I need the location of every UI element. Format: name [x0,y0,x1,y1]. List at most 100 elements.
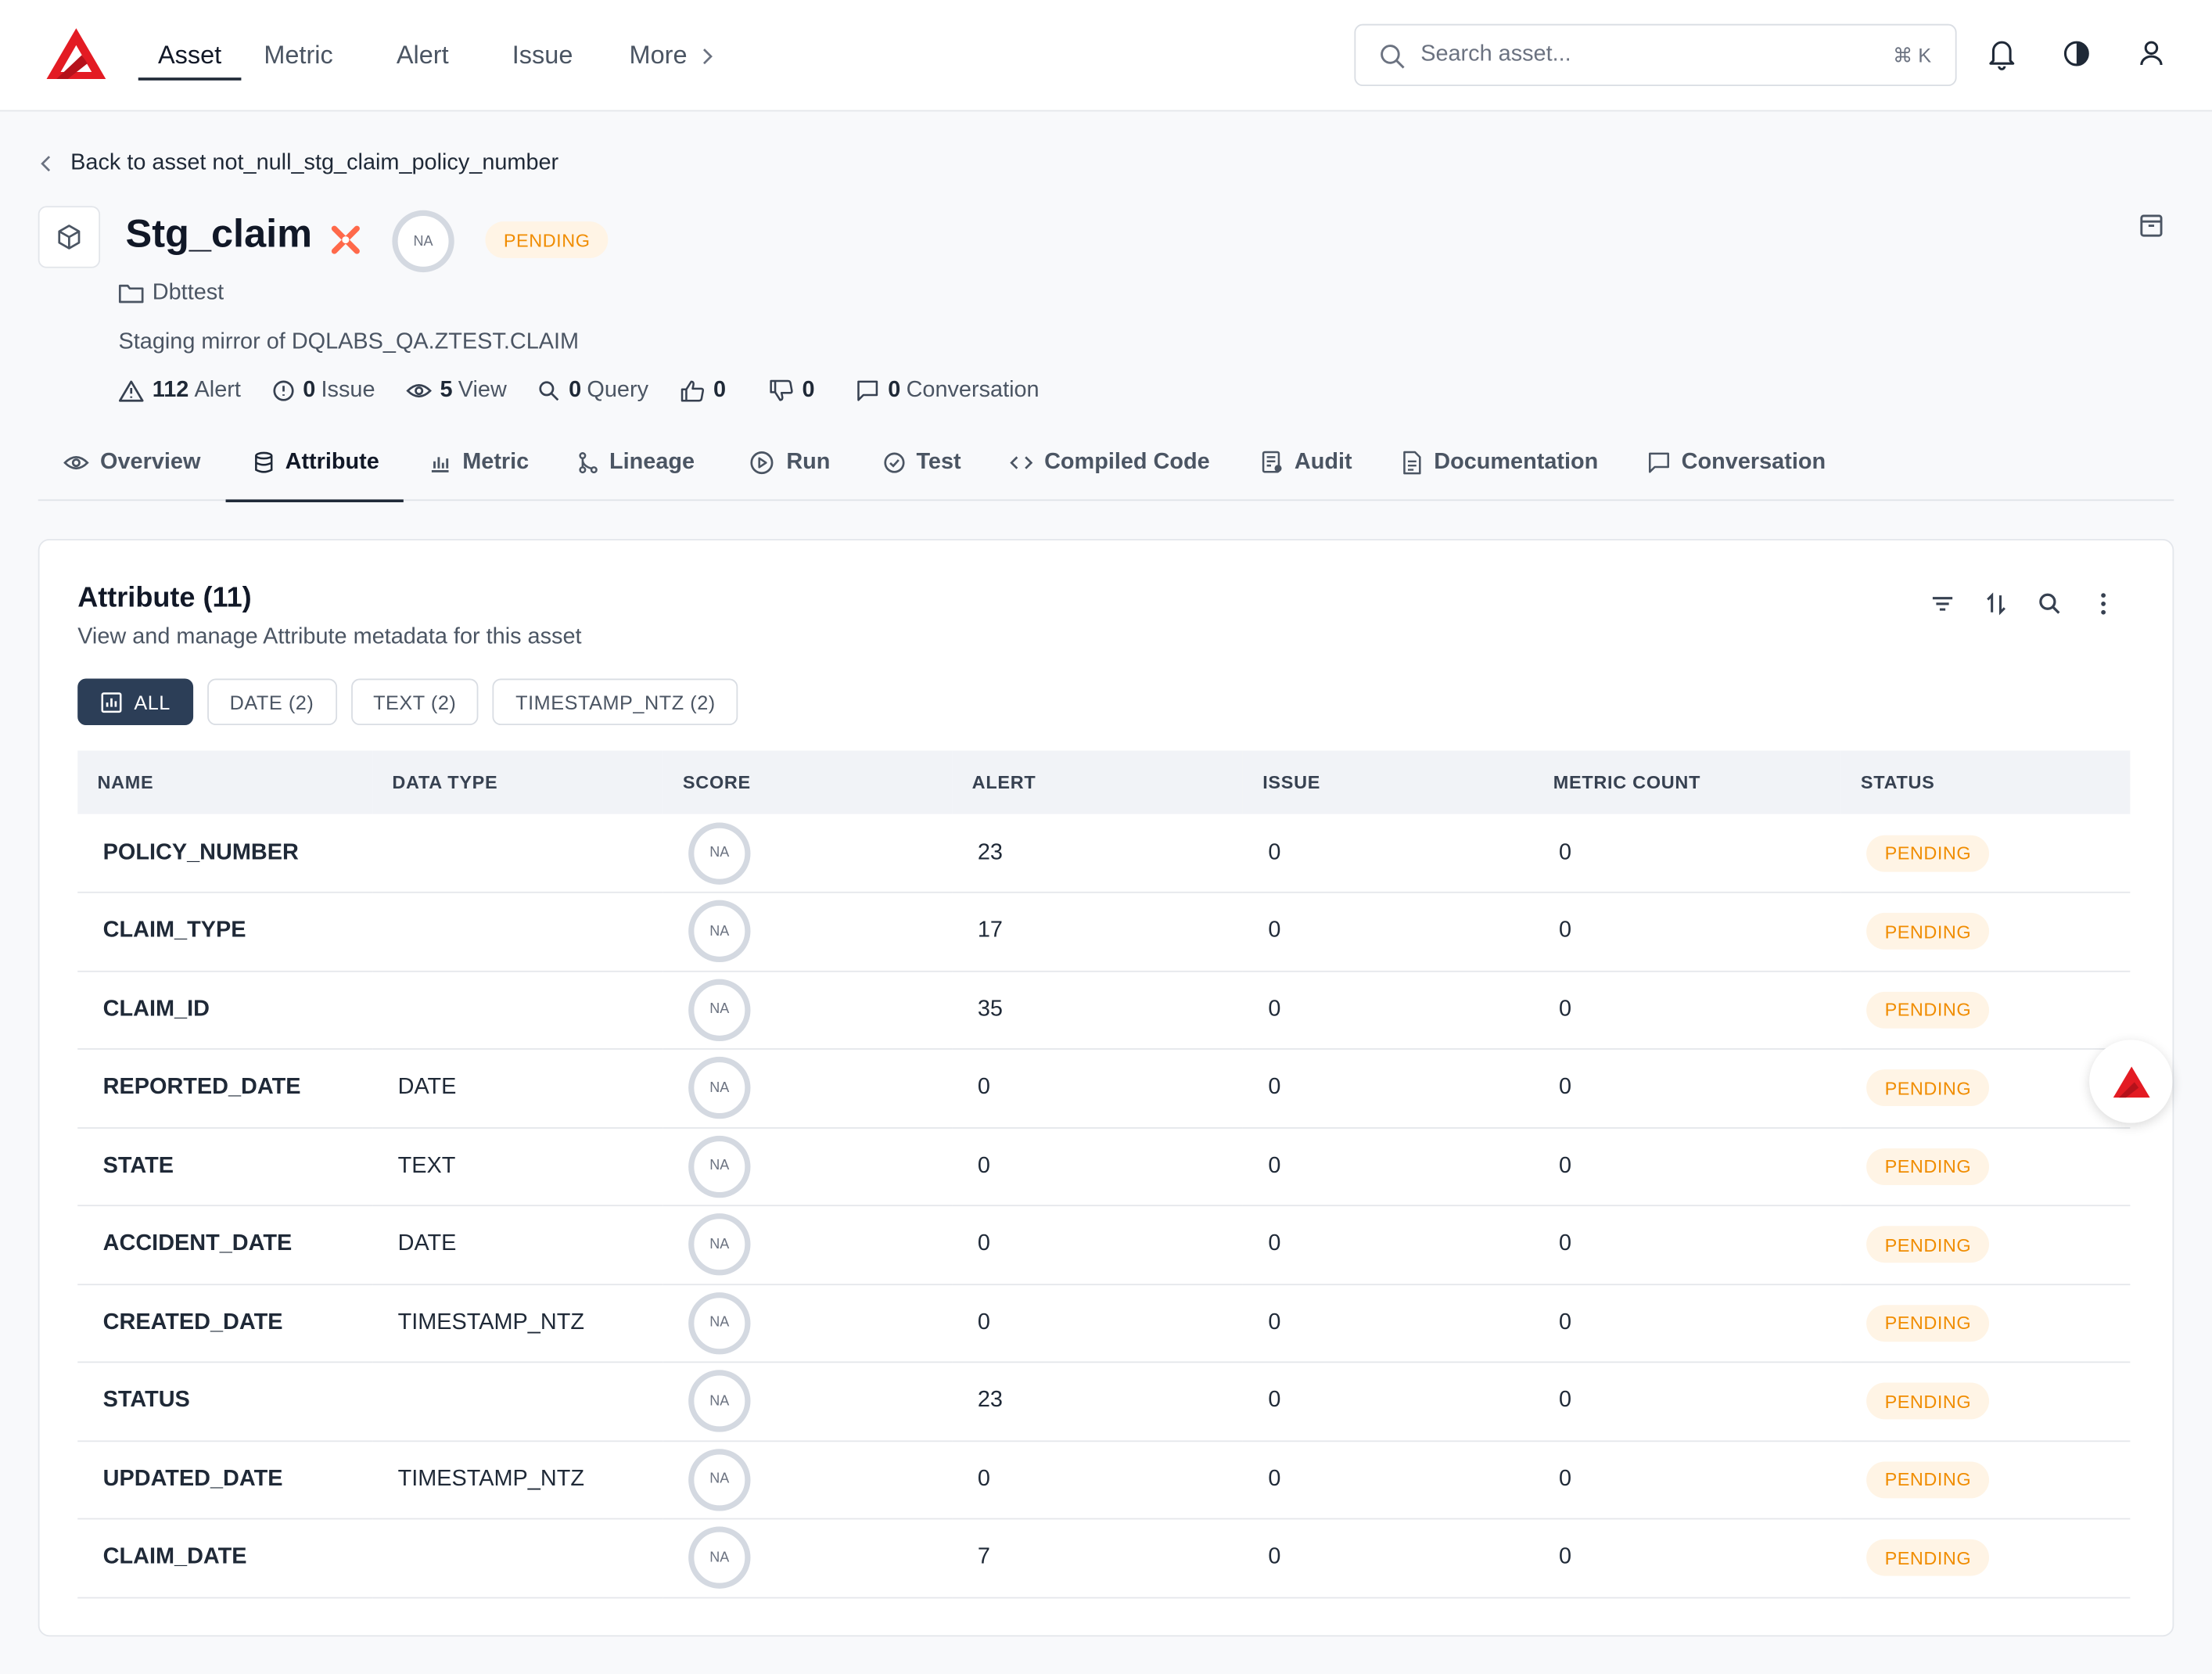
attribute-metric-count: 0 [1558,1231,1572,1256]
col-status[interactable]: STATUS [1841,750,2131,814]
chip-all[interactable]: ALL [77,678,193,726]
tab-conversation[interactable]: Conversation [1647,423,1826,501]
attribute-data-type: DATE [397,1075,457,1100]
attribute-metric-count: 0 [1558,1075,1572,1100]
folder-path[interactable]: Dbttest [118,281,224,306]
attribute-name[interactable]: STATE [77,1127,372,1205]
table-row[interactable]: POLICY_NUMBER NA 23 0 0 PENDING [77,814,2131,893]
table-row[interactable]: CLAIM_DATE NA 7 0 0 PENDING [77,1519,2131,1597]
table-row[interactable]: CLAIM_ID NA 35 0 0 PENDING [77,971,2131,1049]
table-row[interactable]: CREATED_DATE TIMESTAMP_NTZ NA 0 0 0 PENDING [77,1284,2131,1363]
more-options-button[interactable] [2088,588,2119,620]
tab-documentation[interactable]: Documentation [1403,423,1598,501]
table-row[interactable]: CLAIM_TYPE NA 17 0 0 PENDING [77,893,2131,971]
attribute-score-cell: NA [663,1284,953,1362]
attribute-name[interactable]: POLICY_NUMBER [77,814,372,893]
chevron-left-icon [41,156,51,172]
attribute-name[interactable]: CLAIM_TYPE [77,893,372,971]
nav-metric[interactable]: Metric [264,0,332,111]
table-row[interactable]: REPORTED_DATE DATE NA 0 0 0 PENDING [77,1049,2131,1128]
stat-view-label: View [458,378,507,403]
stat-alert[interactable]: 112 Alert [118,378,241,403]
nav-issue[interactable]: Issue [512,0,573,111]
attribute-name[interactable]: ACCIDENT_DATE [77,1205,372,1284]
attribute-alert-count: 23 [977,840,1003,864]
col-metric-count[interactable]: METRIC COUNT [1533,750,1840,814]
nav-more[interactable]: More [630,0,719,111]
stat-like[interactable]: 0 [680,378,732,403]
attribute-name[interactable]: CREATED_DATE [77,1284,372,1362]
nav-asset[interactable]: Asset [138,0,242,111]
attribute-name[interactable]: CLAIM_ID [77,971,372,1049]
search-input[interactable] [1420,39,1844,71]
attribute-score-cell: NA [663,1440,953,1518]
col-name[interactable]: NAME [77,750,372,814]
status-badge: PENDING [1866,1226,1990,1263]
stat-query[interactable]: 0 Query [537,378,648,403]
attribute-status-cell: PENDING [1841,1440,2131,1518]
attribute-score-cell: NA [663,1049,953,1127]
nav-alert[interactable]: Alert [397,0,449,111]
stat-view[interactable]: 5 View [406,378,507,403]
col-alert[interactable]: ALERT [952,750,1243,814]
tab-test[interactable]: Test [882,423,961,501]
theme-toggle-icon[interactable] [2059,37,2093,70]
attribute-name[interactable]: UPDATED_DATE [77,1440,372,1518]
table-row[interactable]: STATE TEXT NA 0 0 0 PENDING [77,1127,2131,1206]
stat-issue[interactable]: 0 Issue [272,378,375,403]
attribute-name[interactable]: STATUS [77,1362,372,1440]
tab-run[interactable]: Run [749,423,830,501]
tab-audit[interactable]: Audit [1261,423,1352,501]
table-row[interactable]: ACCIDENT_DATE DATE NA 0 0 0 PENDING [77,1205,2131,1284]
tab-attribute[interactable]: Attribute [225,423,403,503]
stat-query-label: Query [587,378,649,403]
col-score[interactable]: SCORE [663,750,953,814]
attribute-status-cell: PENDING [1841,1284,2131,1362]
table-row[interactable]: STATUS NA 23 0 0 PENDING [77,1362,2131,1441]
chip-timestamp-ntz[interactable]: TIMESTAMP_NTZ (2) [493,678,738,726]
table-header-row: NAME DATA TYPE SCORE ALERT ISSUE METRIC … [77,750,2131,814]
bar-chart-icon [431,456,449,472]
attribute-data-type [372,1362,663,1440]
stat-conversation[interactable]: 0 Conversation [857,378,1040,403]
chip-timestamp-ntz-label: TIMESTAMP_NTZ (2) [515,690,716,713]
stat-conversation-label: Conversation [906,378,1040,403]
table-search-button[interactable] [2034,588,2066,620]
col-data-type[interactable]: DATA TYPE [372,750,663,814]
assistant-fab[interactable] [2089,1040,2173,1123]
tab-lineage[interactable]: Lineage [578,423,695,501]
chart-icon [101,692,122,713]
attribute-name[interactable]: CLAIM_DATE [77,1519,372,1597]
archive-icon[interactable] [2137,212,2165,240]
brand-logo-icon[interactable] [45,27,107,81]
status-badge: PENDING [1866,1461,1990,1498]
tab-metric[interactable]: Metric [429,423,529,501]
tab-audit-label: Audit [1294,449,1352,474]
stat-dislike[interactable]: 0 [768,378,821,403]
chip-date[interactable]: DATE (2) [206,678,337,726]
chip-text[interactable]: TEXT (2) [350,678,479,726]
attribute-alert-count: 17 [977,918,1003,943]
status-badge: PENDING [1866,1148,1990,1185]
sort-icon [1987,592,2006,616]
bell-icon[interactable] [1985,37,2019,70]
tab-compiled-code[interactable]: Compiled Code [1010,423,1210,501]
back-link[interactable]: Back to asset not_null_stg_claim_policy_… [39,151,558,176]
asset-tabs: Overview Attribute Metric Lineage Run Te… [38,423,2174,503]
user-icon[interactable] [2135,37,2168,70]
stat-conversation-value: 0 [888,378,901,403]
sort-button[interactable] [1980,588,2012,620]
score-value: NA [709,1471,730,1488]
attribute-table: NAME DATA TYPE SCORE ALERT ISSUE METRIC … [77,750,2131,1597]
attribute-alert-count: 7 [977,1545,990,1570]
status-badge: PENDING [1866,1539,1990,1577]
col-issue[interactable]: ISSUE [1243,750,1534,814]
stat-dislike-value: 0 [802,378,815,403]
attribute-name[interactable]: REPORTED_DATE [77,1049,372,1127]
status-badge: PENDING [1866,913,1990,950]
filter-button[interactable] [1927,588,1959,620]
status-badge: PENDING [1866,991,1990,1029]
tab-overview[interactable]: Overview [63,423,200,501]
table-row[interactable]: UPDATED_DATE TIMESTAMP_NTZ NA 0 0 0 PENDING [77,1440,2131,1519]
search-box[interactable]: ⌘ K [1354,23,1957,87]
